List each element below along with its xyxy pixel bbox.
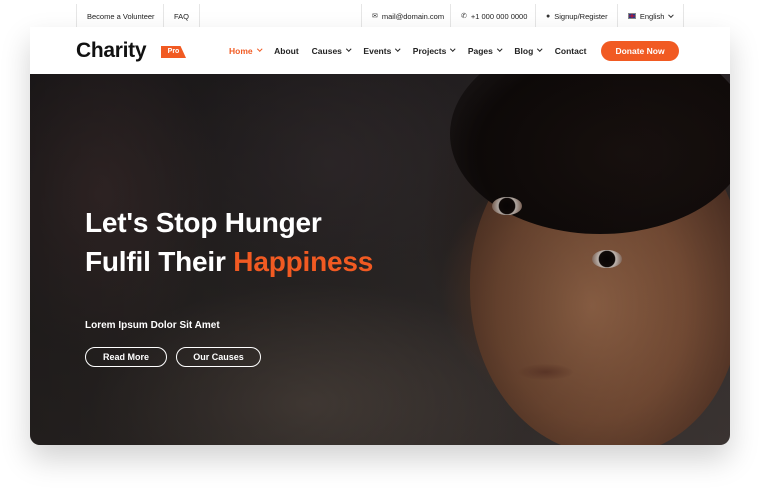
uk-flag-icon [628, 13, 636, 19]
nav-item-blog-label: Blog [514, 45, 534, 56]
language-selector[interactable]: English [617, 4, 684, 28]
email-link[interactable]: ✉ mail@domain.com [361, 4, 454, 28]
hero-subtitle: Lorem Ipsum Dolor Sit Amet [85, 320, 220, 331]
phone-label: +1 000 000 0000 [470, 11, 528, 21]
chevron-down-icon [395, 46, 401, 52]
main-nav: Home About Causes Events Projects Pages … [229, 27, 599, 74]
become-volunteer-label: Become a Volunteer [87, 11, 155, 21]
nav-item-projects-label: Projects [412, 45, 447, 56]
chevron-down-icon [256, 46, 262, 52]
faq-link[interactable]: FAQ [163, 4, 201, 28]
nav-item-pages[interactable]: Pages [467, 45, 503, 56]
nav-item-causes[interactable]: Causes [311, 45, 352, 56]
chevron-down-icon [450, 46, 456, 52]
become-volunteer-link[interactable]: Become a Volunteer [76, 4, 165, 28]
nav-item-about-label: About [274, 45, 299, 56]
hero-title-accent: Happiness [233, 246, 374, 277]
logo-badge: Pro [161, 46, 186, 58]
nav-item-blog[interactable]: Blog [514, 45, 543, 56]
nav-item-events[interactable]: Events [363, 45, 401, 56]
email-label: mail@domain.com [381, 11, 445, 21]
page-card: Charity Pro Home About Causes Events Pro… [30, 27, 730, 445]
chevron-down-icon [346, 46, 352, 52]
mail-icon: ✉ [372, 13, 378, 20]
signup-link[interactable]: ● Signup/Register [535, 4, 618, 28]
signup-label: Signup/Register [554, 11, 608, 21]
phone-link[interactable]: ✆ +1 000 000 0000 [450, 4, 537, 28]
nav-item-about[interactable]: About [274, 46, 299, 56]
nav-item-contact[interactable]: Contact [555, 46, 587, 56]
hero-title-line2: Fulfil Their Happiness [85, 246, 373, 278]
chevron-down-icon [497, 46, 503, 52]
nav-item-home[interactable]: Home [229, 45, 262, 56]
donate-now-button[interactable]: Donate Now [601, 41, 679, 61]
nav-item-contact-label: Contact [554, 45, 587, 56]
hero-title-line1: Let's Stop Hunger [85, 207, 322, 238]
our-causes-button[interactable]: Our Causes [176, 347, 261, 367]
nav-item-pages-label: Pages [467, 45, 493, 56]
hero-slider: Let's Stop Hunger Fulfil Their Happiness… [30, 74, 730, 445]
nav-item-projects[interactable]: Projects [412, 45, 456, 56]
chevron-down-icon [537, 46, 543, 52]
read-more-button[interactable]: Read More [85, 347, 167, 367]
chevron-down-icon [668, 11, 674, 18]
site-header: Charity Pro Home About Causes Events Pro… [30, 27, 730, 74]
nav-item-causes-label: Causes [311, 45, 342, 56]
nav-item-home-label: Home [229, 45, 253, 56]
top-bar: Become a Volunteer FAQ ✉ mail@domain.com… [76, 4, 684, 28]
faq-label: FAQ [174, 11, 190, 21]
phone-icon: ✆ [461, 13, 467, 20]
language-label: English [639, 11, 665, 21]
hero-title-line2-prefix: Fulfil Their [85, 246, 234, 277]
logo[interactable]: Charity [76, 39, 147, 63]
nav-item-events-label: Events [363, 45, 392, 56]
user-icon: ● [546, 12, 551, 20]
